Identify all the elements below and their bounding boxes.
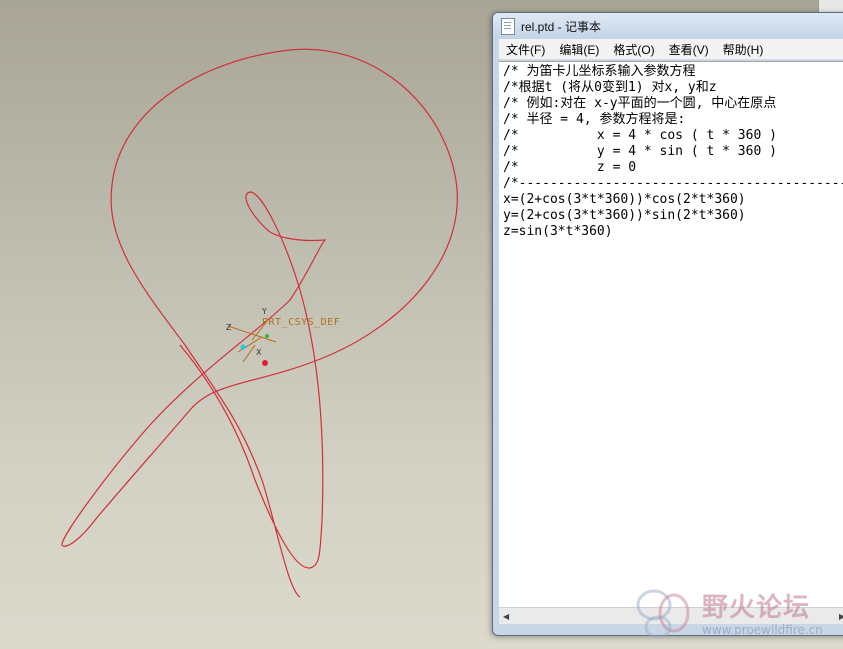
editor-line: /* y = 4 * sin ( t * 360 ) — [503, 144, 777, 159]
csys-name-label[interactable]: PRT_CSYS_DEF — [262, 317, 340, 328]
parametric-curve — [61, 48, 458, 598]
notepad-document-icon — [501, 17, 515, 35]
editor-line: /* 为笛卡儿坐标系输入参数方程 — [503, 64, 696, 79]
csys-origin-marker — [262, 360, 268, 366]
menu-help[interactable]: 帮助(H) — [716, 41, 771, 58]
watermark-url: www.proewildfire.cn — [702, 623, 823, 637]
editor-line: /* 半径 = 4, 参数方程将是: — [503, 112, 686, 127]
editor-line: /*--------------------------------------… — [503, 176, 843, 191]
butterfly-logo-icon — [636, 589, 690, 639]
editor-line: /* 例如:对在 x-y平面的一个圆, 中心在原点 — [503, 96, 777, 111]
editor-line: y=(2+cos(3*t*360))*sin(2*t*360) — [503, 208, 746, 223]
csys-y-label: Y — [261, 307, 267, 316]
watermark-title: 野火论坛 — [702, 593, 811, 623]
editor-content: /* 为笛卡儿坐标系输入参数方程/*根据t (将从0变到1) 对x, y和z/*… — [499, 62, 843, 240]
csys-green-marker — [265, 334, 269, 338]
editor-line: /* z = 0 — [503, 160, 637, 175]
scroll-left-icon[interactable]: ◀ — [503, 612, 509, 621]
csys-glyph[interactable]: Z Y X — [226, 307, 277, 366]
menu-view[interactable]: 查看(V) — [662, 41, 716, 58]
menu-format[interactable]: 格式(O) — [606, 41, 661, 58]
editor-line: /* x = 4 * cos ( t * 360 ) — [503, 128, 777, 143]
csys-z-label: Z — [226, 323, 232, 332]
window-title: rel.ptd - 记事本 — [521, 19, 602, 34]
notepad-window[interactable]: rel.ptd - 记事本 文件(F) 编辑(E) 格式(O) 查看(V) 帮助… — [492, 12, 843, 636]
editor-line: z=sin(3*t*360) — [503, 224, 613, 239]
editor-line: x=(2+cos(3*t*360))*cos(2*t*360) — [503, 192, 746, 207]
menu-file[interactable]: 文件(F) — [499, 41, 552, 58]
editor-line: /*根据t (将从0变到1) 对x, y和z — [503, 80, 717, 95]
csys-x-label: X — [256, 348, 262, 357]
csys-cyan-marker — [240, 344, 246, 350]
notepad-titlebar[interactable]: rel.ptd - 记事本 — [493, 13, 843, 39]
forum-watermark: 野火论坛 www.proewildfire.cn — [632, 585, 843, 647]
menu-bar: 文件(F) 编辑(E) 格式(O) 查看(V) 帮助(H) — [499, 39, 843, 60]
text-editor[interactable]: /* 为笛卡儿坐标系输入参数方程/*根据t (将从0变到1) 对x, y和z/*… — [499, 61, 843, 624]
menu-edit[interactable]: 编辑(E) — [552, 41, 606, 58]
